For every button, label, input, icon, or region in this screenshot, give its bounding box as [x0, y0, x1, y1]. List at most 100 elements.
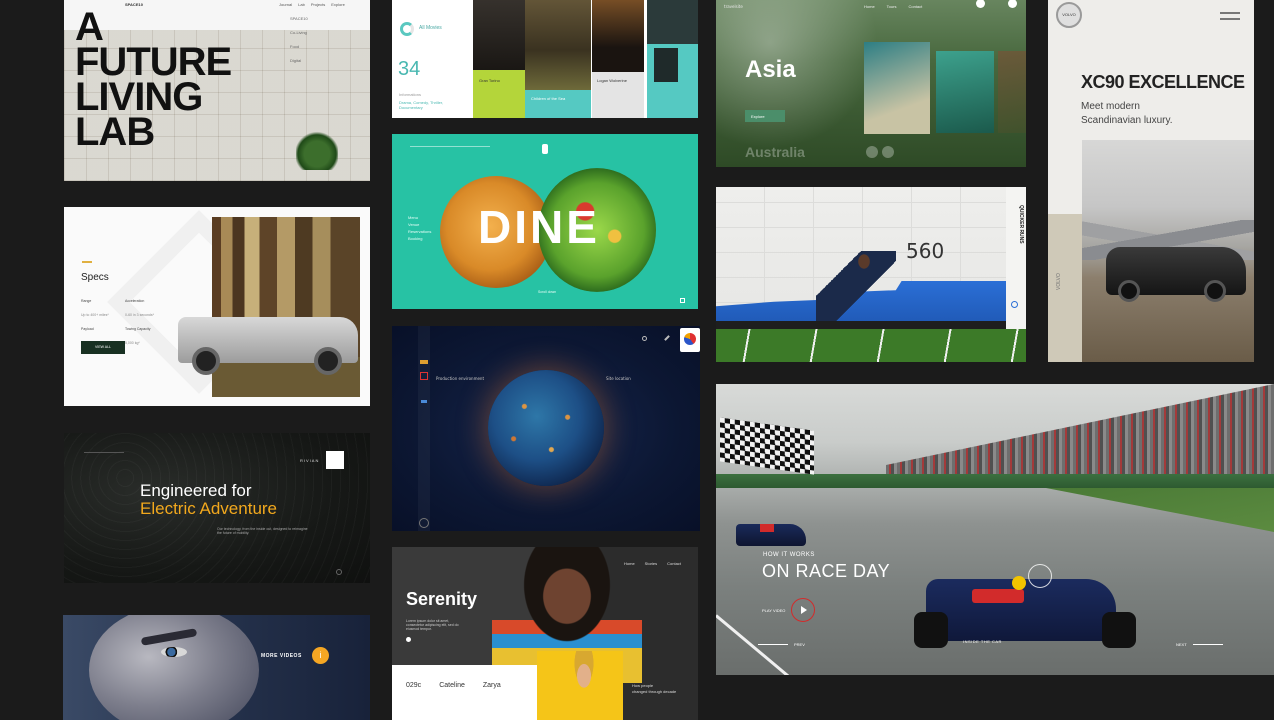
card-race-day[interactable]: HOW IT WORKS ON RACE DAY PLAY VIDEO INSI… [716, 384, 1274, 675]
race-next[interactable]: NEXT [1176, 642, 1223, 647]
asia-explore-button[interactable]: Explore [745, 110, 785, 122]
dine-menu-4[interactable]: Booking [408, 235, 431, 242]
card-volvo-xc90[interactable]: VOLVO XC90 EXCELLENCE Meet modern Scandi… [1048, 0, 1254, 362]
lab-nav-projects[interactable]: Projects [311, 2, 325, 7]
sport-share-icon[interactable] [1011, 301, 1018, 308]
asia-card-1[interactable] [864, 42, 930, 134]
card-dine[interactable]: Menu Venue Reservations Booking DINE Scr… [392, 134, 698, 309]
volvo-menu-icon[interactable] [1220, 12, 1240, 20]
dine-logo-icon[interactable] [542, 144, 548, 154]
asia-search-icon[interactable] [976, 0, 985, 8]
card-rivian-adventure[interactable]: RIVIAN Engineered for Electric Adventure… [64, 433, 370, 583]
race-play-icon [791, 598, 816, 622]
race-prev-arrow [758, 644, 788, 645]
volvo-subtitle: Meet modern Scandinavian luxury. [1081, 100, 1173, 128]
dine-footer[interactable]: Scroll down [538, 290, 556, 294]
globe-particles [492, 374, 600, 482]
lab-title-line-4: LAB [75, 110, 155, 154]
lab-brand[interactable]: SPACE10 [125, 2, 143, 7]
race-play-label: PLAY VIDEO [762, 607, 786, 613]
minion-more-videos-label[interactable]: MORE VIDEOS [261, 653, 302, 659]
rivian-line-2: Electric Adventure [140, 499, 278, 518]
dine-menu-2[interactable]: Venue [408, 221, 431, 228]
race-prev[interactable]: PREV [758, 642, 805, 647]
sport-timeline [716, 321, 1026, 329]
race-inside-label[interactable]: INSIDE THE CAR [963, 639, 1002, 644]
race-car-small-accent [760, 524, 774, 532]
media-poster-4[interactable] [647, 0, 698, 44]
globe-sidebar-icon-3[interactable] [421, 400, 427, 403]
rivian-scroll-indicator[interactable] [336, 569, 342, 575]
card-future-living-lab[interactable]: SPACE10 Journal Lab Projects Explore A F… [64, 0, 370, 181]
lab-nav-lab[interactable]: Lab [298, 2, 305, 7]
serenity-stat-1: 029c [406, 682, 422, 689]
globe-pencil-icon[interactable] [664, 335, 670, 341]
lab-side-2[interactable]: Co-Living [290, 26, 308, 40]
asia-card-2[interactable] [936, 51, 994, 133]
specs-grid: Range Acceleration Up to 400+ miles* 0-6… [81, 299, 169, 345]
dine-corner-icon[interactable] [680, 298, 685, 303]
asia-card-3[interactable] [998, 51, 1026, 133]
rivian-logo-icon [82, 257, 92, 263]
lab-side-4[interactable]: Digital [290, 54, 308, 68]
asia-next-arrow[interactable] [882, 146, 894, 158]
card-rivian-specs[interactable]: Specs Range Acceleration Up to 400+ mile… [64, 207, 370, 406]
lab-nav-journal[interactable]: Journal [279, 2, 292, 7]
lab-side-1[interactable]: SPACE10 [290, 12, 308, 26]
serenity-stat-2: Cateline [439, 682, 465, 689]
specs-view-all-button[interactable]: VIEW ALL [81, 341, 125, 354]
rivian-menu-button[interactable] [326, 451, 344, 469]
serenity-nav-home[interactable]: Home [624, 561, 635, 566]
sport-runner [816, 251, 896, 321]
race-grandstand [886, 384, 1274, 474]
globe-annotation: Production environment [436, 376, 485, 381]
race-wheel-1 [914, 612, 948, 648]
globe-search-icon[interactable] [642, 336, 647, 341]
dine-nav-dots [410, 146, 490, 147]
serenity-nav-stories[interactable]: Stories [645, 561, 657, 566]
minion-info-icon[interactable]: i [312, 647, 329, 664]
serenity-play-icon[interactable] [406, 637, 411, 642]
card-serenity[interactable]: Serenity Lorem ipsum dolor sit amet, con… [392, 547, 698, 720]
race-prev-label: PREV [794, 642, 805, 647]
card-more-videos[interactable]: MORE VIDEOS i [63, 615, 370, 720]
rivian-brand[interactable]: RIVIAN [300, 458, 319, 463]
card-globe-network[interactable]: Production environment Site location [392, 326, 700, 531]
lab-side-3[interactable]: Food [290, 40, 308, 54]
sport-vertical-text: QUICKER RUNS [1018, 205, 1024, 244]
globe-sidebar [418, 326, 430, 531]
serenity-stat-3: Zarya [482, 682, 501, 689]
serenity-stats: 029c Cateline Zarya [406, 682, 501, 689]
card-asia-travel[interactable]: travelsite Home Tours Contact Asia Explo… [716, 0, 1026, 167]
specs-title: Specs [81, 272, 109, 283]
sport-number: 560 [906, 239, 945, 263]
globe-sidebar-icon-2[interactable] [420, 372, 428, 380]
media-progress-ring [400, 22, 414, 36]
race-barrier [716, 474, 1274, 488]
race-hotspot[interactable] [1028, 564, 1052, 588]
asia-nav-tours[interactable]: Tours [887, 4, 897, 9]
serenity-thumb-portrait [562, 651, 606, 713]
globe-sidebar-icon-1[interactable] [420, 360, 428, 364]
card-movies-app[interactable]: All Movies 34 Informations Drama, Comedy… [392, 0, 698, 118]
asia-brand[interactable]: travelsite [724, 4, 743, 9]
globe-settings-icon[interactable] [419, 518, 429, 528]
dine-menu-3[interactable]: Reservations [408, 228, 431, 235]
media-poster-1[interactable] [473, 0, 525, 70]
media-poster-2[interactable] [525, 0, 591, 90]
race-play-button[interactable]: PLAY VIDEO [762, 598, 816, 622]
dine-title: DINE [478, 201, 600, 253]
card-sport-runner[interactable]: 560 QUICKER RUNS [716, 187, 1026, 362]
lab-nav-explore[interactable]: Explore [331, 2, 345, 7]
asia-menu-icon[interactable] [1008, 0, 1017, 8]
globe-partner-logo-mark [684, 333, 696, 345]
serenity-nav-contact[interactable]: Contact [667, 561, 681, 566]
serenity-panel [392, 665, 540, 720]
dine-menu-1[interactable]: Menu [408, 214, 431, 221]
volvo-logo[interactable]: VOLVO [1056, 2, 1082, 28]
asia-nav-contact[interactable]: Contact [908, 4, 922, 9]
media-poster-3-caption: Logan Wolverine [597, 78, 627, 83]
asia-prev-arrow[interactable] [866, 146, 878, 158]
asia-nav-home[interactable]: Home [864, 4, 875, 9]
media-poster-3[interactable] [592, 0, 644, 72]
